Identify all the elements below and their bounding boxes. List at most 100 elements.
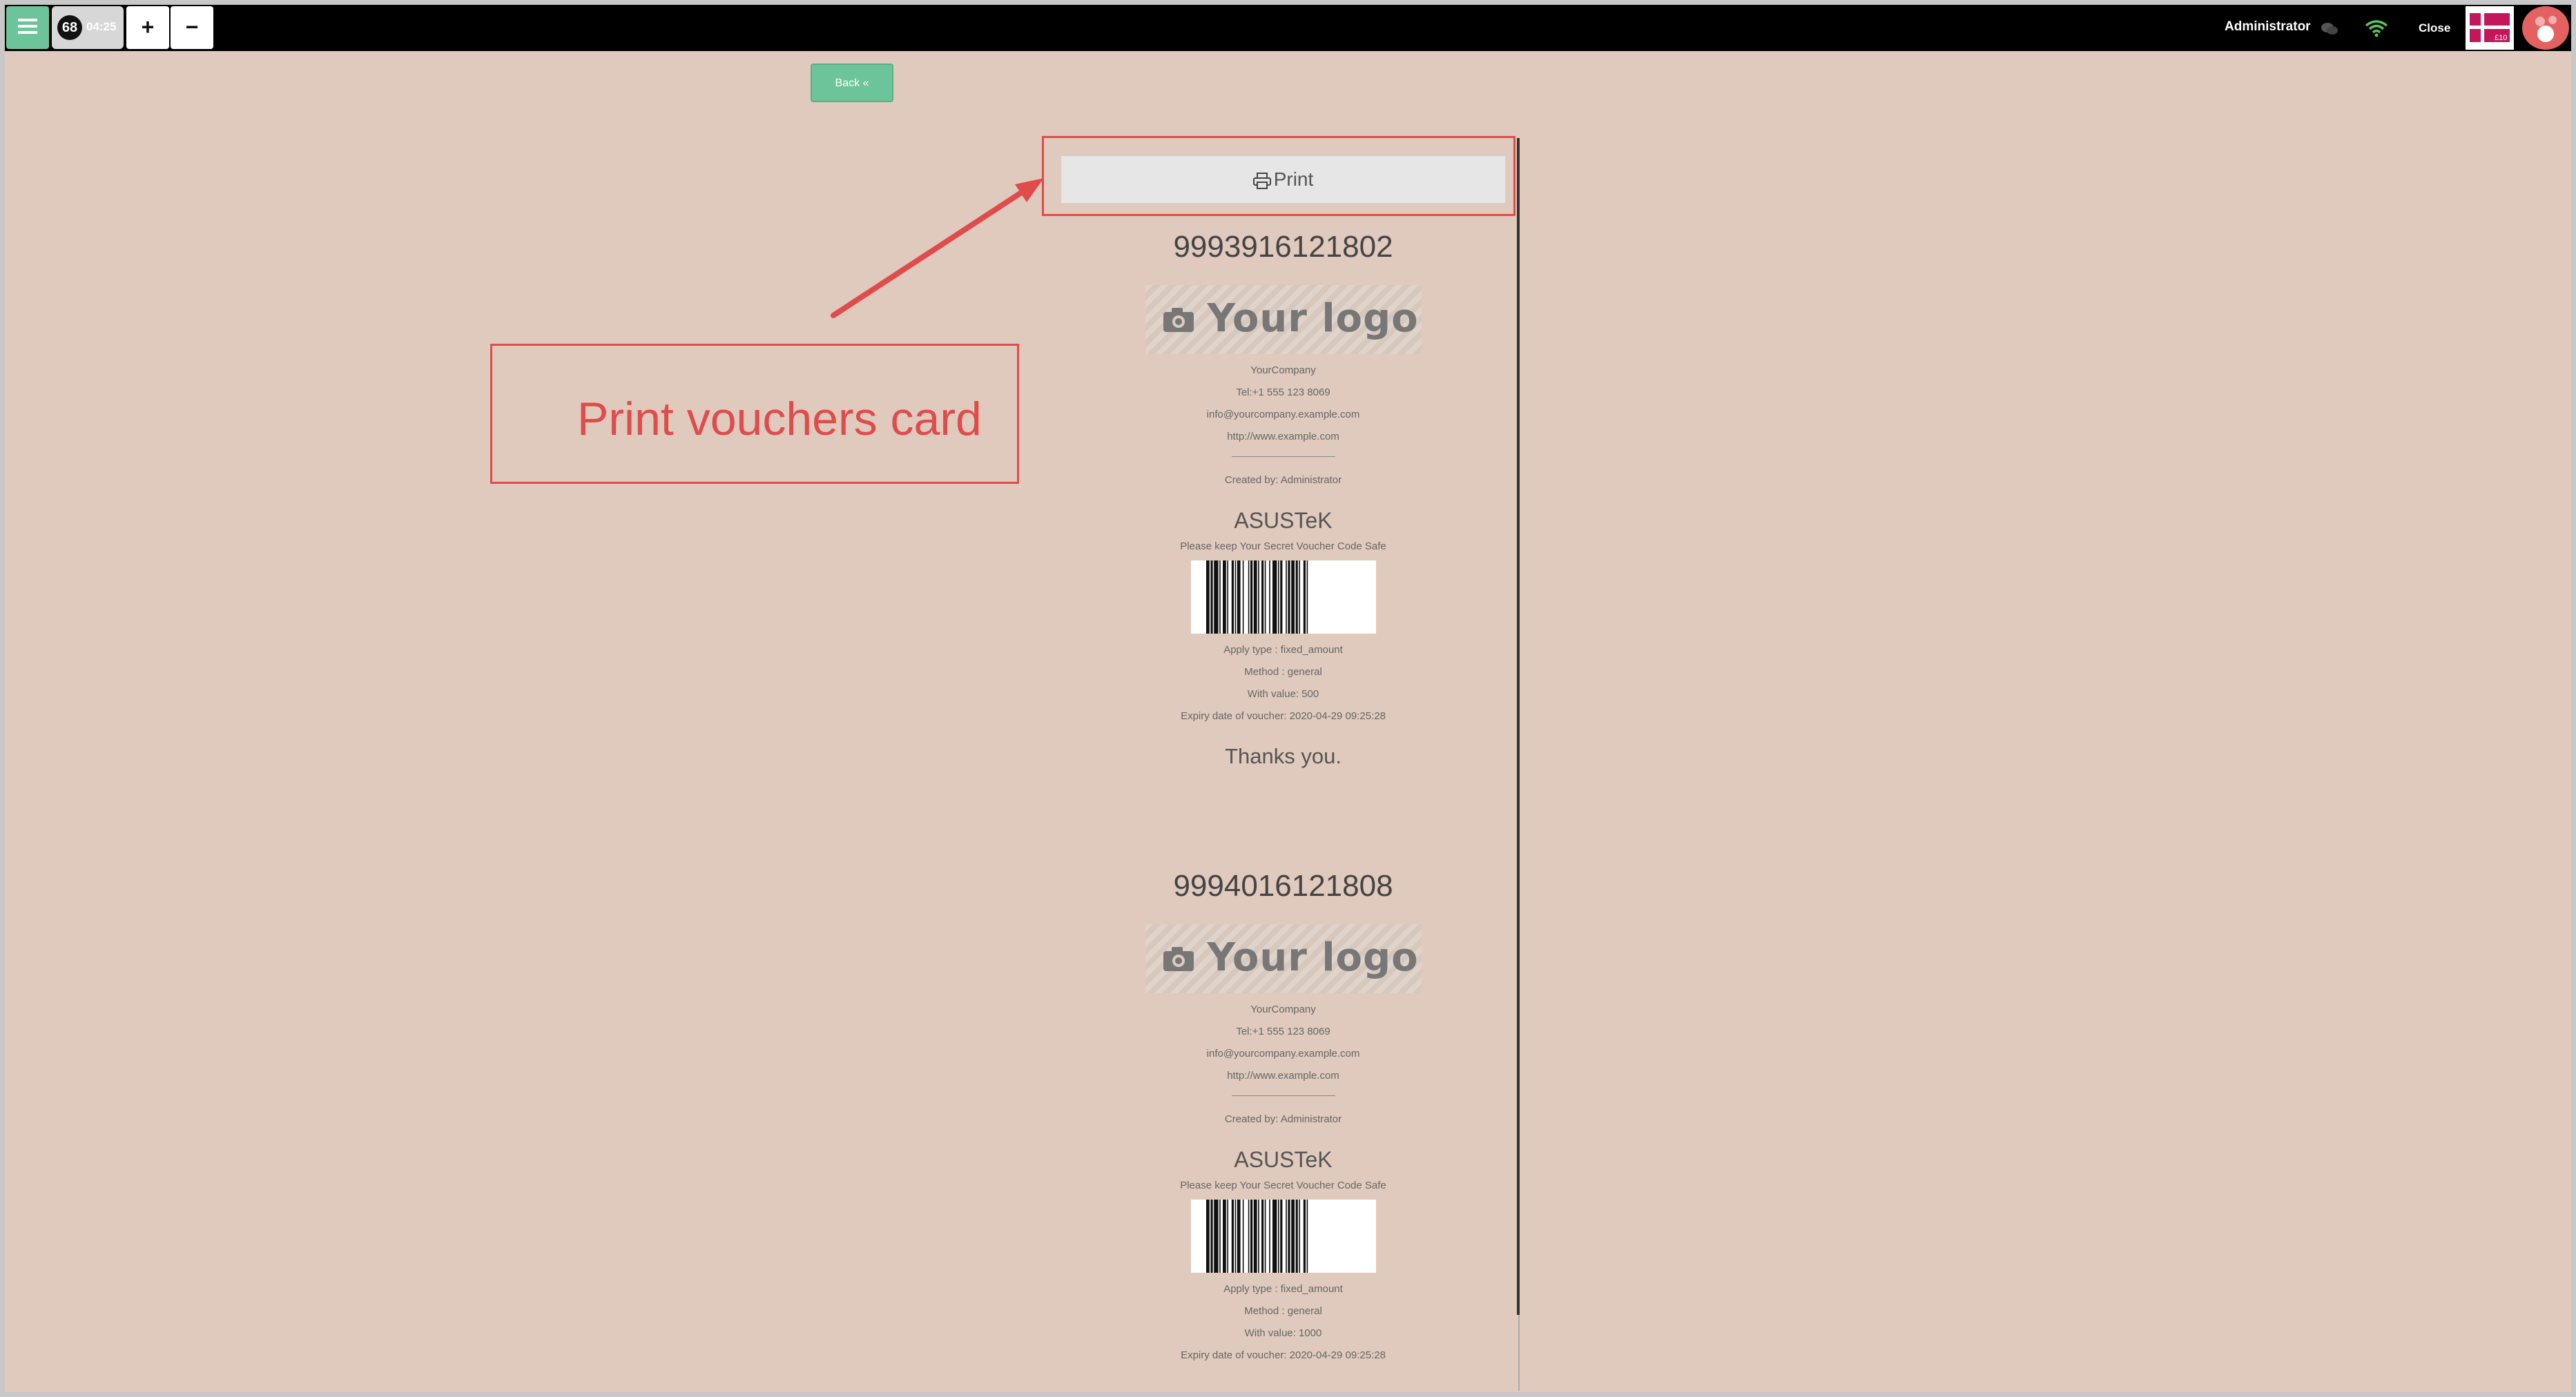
apply-type: Apply type : fixed_amount: [1223, 1283, 1343, 1295]
barcode-bar: [1231, 1200, 1234, 1273]
barcode-bar: [1290, 1200, 1295, 1273]
barcode-bar: [1242, 560, 1243, 634]
barcode-bar: [1287, 1200, 1290, 1273]
voucher-notice: Please keep Your Secret Voucher Code Saf…: [1180, 540, 1386, 552]
camera-icon: [1163, 308, 1194, 332]
barcode-bar: [1295, 1200, 1298, 1273]
barcode-bar: [1290, 560, 1295, 634]
logo-text: Your logo: [1207, 296, 1419, 341]
barcode-bar: [1268, 1200, 1270, 1273]
close-button[interactable]: Close: [2419, 21, 2450, 35]
chat-icon[interactable]: [2321, 21, 2338, 37]
barcode-bar: [1253, 560, 1257, 634]
barcode-bar: [1234, 560, 1236, 634]
barcode-bar: [1222, 1200, 1226, 1273]
customer-name: ASUSTeK: [1234, 1147, 1333, 1172]
voucher-method: Method : general: [1244, 666, 1322, 678]
wifi-icon: [2365, 20, 2388, 37]
expiry-date: Expiry date of voucher: 2020-04-29 09:25…: [1181, 1349, 1386, 1361]
barcode-bar: [1295, 560, 1298, 634]
barcode-bar: [1261, 560, 1263, 634]
voucher-value: With value: 1000: [1244, 1327, 1322, 1339]
company-phone: Tel:+1 555 123 8069: [1236, 1026, 1330, 1037]
thanks-text: Thanks you.: [1225, 744, 1342, 768]
company-phone: Tel:+1 555 123 8069: [1236, 387, 1330, 398]
barcode-bar: [1287, 560, 1290, 634]
top-bar: 68 04:25 + − Administrator Close £10: [5, 5, 2571, 51]
company-email: info@yourcompany.example.com: [1206, 1048, 1360, 1059]
barcode-bar: [1261, 1200, 1263, 1273]
barcode: [1190, 560, 1376, 634]
barcode-bar: [1242, 1200, 1243, 1273]
barcode-bar: [1285, 560, 1287, 634]
barcode-bar: [1226, 1200, 1228, 1273]
apply-type: Apply type : fixed_amount: [1223, 644, 1343, 656]
barcode-bar: [1306, 560, 1308, 634]
barcode-bar: [1234, 1200, 1236, 1273]
barcode-bar: [1272, 1200, 1277, 1273]
company-name: YourCompany: [1250, 1004, 1316, 1015]
created-by: Created by: Administrator: [1224, 1113, 1342, 1125]
barcode-bar: [1264, 1200, 1266, 1273]
barcode-bar: [1250, 560, 1252, 634]
barcode-bar: [1285, 1200, 1287, 1273]
barcode-bar: [1257, 560, 1259, 634]
barcode-bar: [1226, 560, 1228, 634]
menu-button[interactable]: [6, 6, 49, 49]
barcode-bar: [1222, 560, 1226, 634]
barcode-bar: [1253, 1200, 1257, 1273]
barcode-bar: [1213, 1200, 1219, 1273]
barcode-bar: [1231, 560, 1234, 634]
barcode-bar: [1268, 560, 1270, 634]
voucher-code: 9993916121802: [1173, 230, 1393, 264]
barcode-bar: [1264, 560, 1266, 634]
company-website: http://www.example.com: [1227, 1070, 1339, 1082]
voucher-code: 9994016121808: [1173, 869, 1393, 903]
company-name: YourCompany: [1250, 364, 1316, 376]
barcode-bar: [1279, 560, 1282, 634]
back-button[interactable]: Back «: [811, 63, 893, 102]
remove-order-button[interactable]: −: [171, 6, 213, 49]
back-button-label: Back: [835, 77, 860, 89]
voucher-notice: Please keep Your Secret Voucher Code Saf…: [1180, 1180, 1386, 1191]
divider: [1231, 1095, 1335, 1096]
company-logo: Your logo: [1145, 285, 1422, 354]
company-website: http://www.example.com: [1227, 431, 1339, 442]
camera-icon: [1163, 947, 1194, 971]
barcode-bar: [1257, 1200, 1259, 1273]
double-chevron-left-icon: «: [862, 77, 869, 89]
voucher-card: 9994016121808 Your logo YourCompany Tel:…: [1061, 869, 1505, 1367]
scrollbar-track: [1518, 1315, 1520, 1391]
logo-text: Your logo: [1207, 935, 1419, 980]
gift-voucher-icon[interactable]: £10: [2466, 6, 2514, 50]
divider: [1231, 456, 1335, 457]
barcode-bar: [1205, 1200, 1210, 1273]
barcode-bar: [1272, 560, 1277, 634]
barcode-bar: [1277, 560, 1279, 634]
order-counter[interactable]: 68 04:25: [52, 6, 124, 49]
barcode-bar: [1298, 1200, 1300, 1273]
barcode: [1190, 1200, 1376, 1273]
list-icon: [18, 19, 37, 37]
order-count-badge: 68: [57, 15, 82, 40]
company-logo: Your logo: [1145, 924, 1422, 993]
annotation-highlight-box: [1042, 136, 1515, 216]
voucher-badge-text: £10: [2495, 34, 2507, 42]
user-name[interactable]: Administrator: [2225, 19, 2311, 35]
barcode-bar: [1298, 560, 1300, 634]
barcode-bar: [1303, 560, 1306, 634]
scrollbar[interactable]: [1517, 138, 1520, 1315]
barcode-bar: [1219, 1200, 1221, 1273]
expiry-date: Expiry date of voucher: 2020-04-29 09:25…: [1181, 710, 1386, 722]
barcode-bar: [1248, 560, 1249, 634]
avatar[interactable]: [2522, 6, 2569, 50]
barcode-bar: [1279, 1200, 1282, 1273]
barcode-bar: [1210, 1200, 1213, 1273]
barcode-bar: [1205, 560, 1210, 634]
barcode-bar: [1248, 1200, 1249, 1273]
add-order-button[interactable]: +: [126, 6, 169, 49]
voucher-value: With value: 500: [1247, 688, 1319, 700]
created-by: Created by: Administrator: [1224, 474, 1342, 486]
company-email: info@yourcompany.example.com: [1206, 409, 1360, 420]
barcode-bars: [1205, 560, 1308, 634]
